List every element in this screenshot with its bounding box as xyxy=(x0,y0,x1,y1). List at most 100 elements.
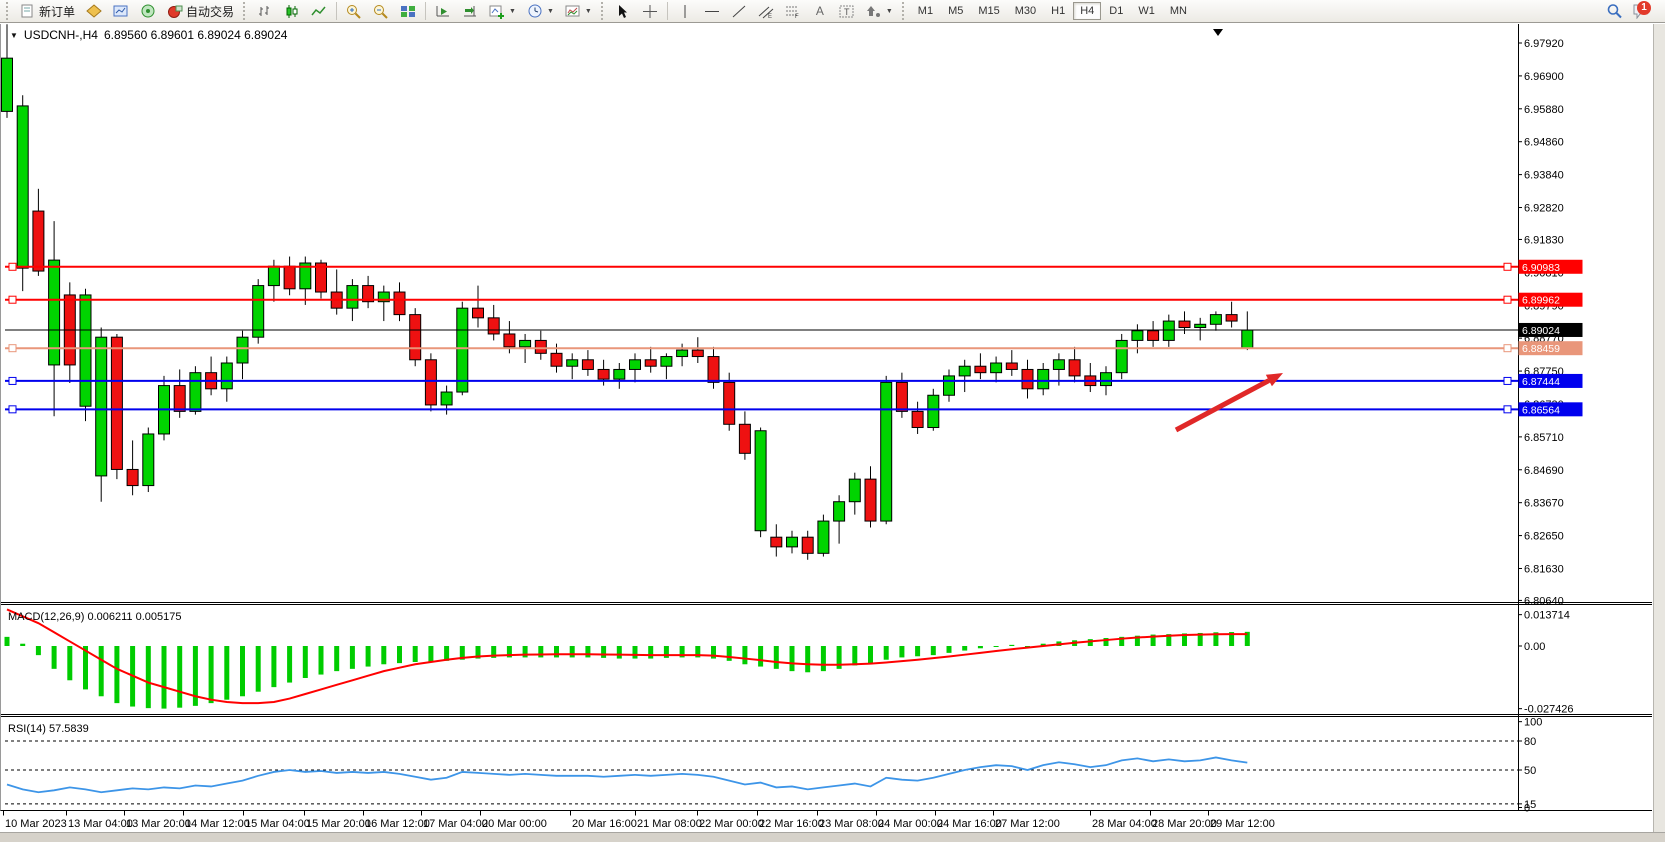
tile-windows-button[interactable] xyxy=(395,1,421,22)
bear-candle xyxy=(284,266,295,289)
auto-scroll-icon xyxy=(435,4,451,19)
tf-W1-button[interactable]: W1 xyxy=(1131,2,1162,20)
chart-window-icon xyxy=(113,4,129,19)
hline-handle[interactable] xyxy=(9,406,16,413)
market-depth-button[interactable] xyxy=(81,1,107,22)
hline-handle[interactable] xyxy=(1504,296,1511,303)
chat-icon[interactable]: 1 xyxy=(1630,4,1652,19)
price-axis-tick: 6.91830 xyxy=(1524,234,1564,246)
bear-candle xyxy=(410,315,421,360)
bull-candle xyxy=(80,295,91,406)
toolbar-grip[interactable] xyxy=(902,2,907,20)
timeframe-group: M1M5M15M30H1H4D1W1MN xyxy=(911,2,1194,20)
zoom-out-button[interactable] xyxy=(368,1,394,22)
bull-candle xyxy=(1132,331,1143,341)
hline-handle[interactable] xyxy=(9,377,16,384)
search-icon[interactable] xyxy=(1606,4,1622,19)
mt4-window: 新订单 自动交易 xyxy=(0,0,1665,842)
bar-chart-button[interactable] xyxy=(252,1,278,22)
tf-H4-button[interactable]: H4 xyxy=(1073,2,1101,20)
zoom-in-button[interactable] xyxy=(341,1,367,22)
hline-handle[interactable] xyxy=(9,345,16,352)
text-icon: A xyxy=(812,4,828,19)
tf-M1-button[interactable]: M1 xyxy=(911,2,940,20)
bull-candle xyxy=(1195,324,1206,327)
indicators-button[interactable]: ▼ xyxy=(484,1,521,22)
macd-histogram-bar xyxy=(821,646,826,671)
autotrade-button[interactable]: 自动交易 xyxy=(162,1,239,22)
hline-handle[interactable] xyxy=(1504,345,1511,352)
vertical-line-button[interactable] xyxy=(672,1,698,22)
bear-candle xyxy=(394,292,405,315)
rsi-axis-tick: 50 xyxy=(1524,765,1536,777)
bull-candle xyxy=(991,363,1002,373)
fibonacci-button[interactable]: F xyxy=(780,1,806,22)
hline-handle[interactable] xyxy=(9,296,16,303)
hline-handle[interactable] xyxy=(1504,263,1511,270)
macd-histogram-bar xyxy=(1009,645,1014,646)
hline-handle[interactable] xyxy=(1504,406,1511,413)
candlestick-chart-button[interactable] xyxy=(279,1,305,22)
chart-shift-marker[interactable] xyxy=(1213,29,1223,36)
toolbar-grip[interactable] xyxy=(6,2,11,20)
autotrade-icon xyxy=(167,4,183,19)
auto-scroll-button[interactable] xyxy=(430,1,456,22)
tf-MN-button[interactable]: MN xyxy=(1163,2,1194,20)
equidistant-channel-button[interactable]: E xyxy=(753,1,779,22)
cursor-icon xyxy=(615,4,631,19)
chart-shift-button[interactable] xyxy=(457,1,483,22)
new-order-button[interactable]: 新订单 xyxy=(15,1,80,22)
signal-button[interactable] xyxy=(135,1,161,22)
periods-button[interactable]: ▼ xyxy=(522,1,559,22)
chart-area[interactable]: ▼ USDCNH-,H4 6.89560 6.89601 6.89024 6.8… xyxy=(0,24,1665,842)
bull-candle xyxy=(567,360,578,366)
hline-handle[interactable] xyxy=(1504,377,1511,384)
bull-candle xyxy=(1101,373,1112,386)
rsi-axis-tick: 80 xyxy=(1524,736,1536,748)
macd-histogram-bar xyxy=(538,646,543,657)
macd-histogram-bar xyxy=(601,646,606,658)
macd-histogram-bar xyxy=(852,646,857,665)
toolbar-grip[interactable] xyxy=(601,2,606,20)
macd-histogram-bar xyxy=(790,646,795,671)
date-axis-label: 24 Mar 16:00 xyxy=(937,818,1002,830)
rsi-label: RSI(14) 57.5839 xyxy=(8,723,89,735)
bear-candle xyxy=(645,360,656,366)
svg-text:T: T xyxy=(844,7,850,17)
chart-canvas[interactable]: MACD(12,26,9) 0.006211 0.0051750.0137140… xyxy=(0,24,1665,842)
templates-button[interactable]: ▼ xyxy=(560,1,597,22)
price-axis-tick: 6.95880 xyxy=(1524,104,1564,116)
chart-window-button[interactable] xyxy=(108,1,134,22)
main-toolbar: 新订单 自动交易 xyxy=(0,0,1665,23)
macd-histogram-bar xyxy=(585,646,590,657)
crosshair-button[interactable] xyxy=(637,1,663,22)
macd-histogram-bar xyxy=(209,646,214,703)
tf-D1-button[interactable]: D1 xyxy=(1102,2,1130,20)
hline-handle[interactable] xyxy=(9,263,16,270)
macd-histogram-bar xyxy=(256,646,261,692)
collapse-triangle-icon[interactable]: ▼ xyxy=(10,31,18,40)
cursor-button[interactable] xyxy=(610,1,636,22)
line-chart-button[interactable] xyxy=(306,1,332,22)
macd-histogram-bar xyxy=(177,646,182,708)
bear-candle xyxy=(425,360,436,405)
toolbar-grip[interactable] xyxy=(243,2,248,20)
macd-histogram-bar xyxy=(962,646,967,651)
text-button[interactable]: A xyxy=(807,1,833,22)
hline-price-tag-text: 6.90983 xyxy=(1522,262,1560,274)
horizontal-line-button[interactable] xyxy=(699,1,725,22)
macd-histogram-bar xyxy=(884,646,889,660)
current-price-tag-text: 6.89024 xyxy=(1522,325,1560,337)
notification-badge[interactable]: 1 xyxy=(1637,1,1651,15)
tf-M30-button[interactable]: M30 xyxy=(1008,2,1043,20)
shapes-button[interactable]: ▼ xyxy=(861,1,898,22)
text-label-button[interactable]: T xyxy=(834,1,860,22)
tf-H1-button[interactable]: H1 xyxy=(1044,2,1072,20)
trendline-button[interactable] xyxy=(726,1,752,22)
bull-candle xyxy=(96,337,107,476)
macd-histogram-bar xyxy=(978,646,983,648)
tf-M5-button[interactable]: M5 xyxy=(941,2,970,20)
macd-histogram-bar xyxy=(742,646,747,664)
tf-M15-button[interactable]: M15 xyxy=(971,2,1006,20)
svg-text:E: E xyxy=(768,14,772,19)
